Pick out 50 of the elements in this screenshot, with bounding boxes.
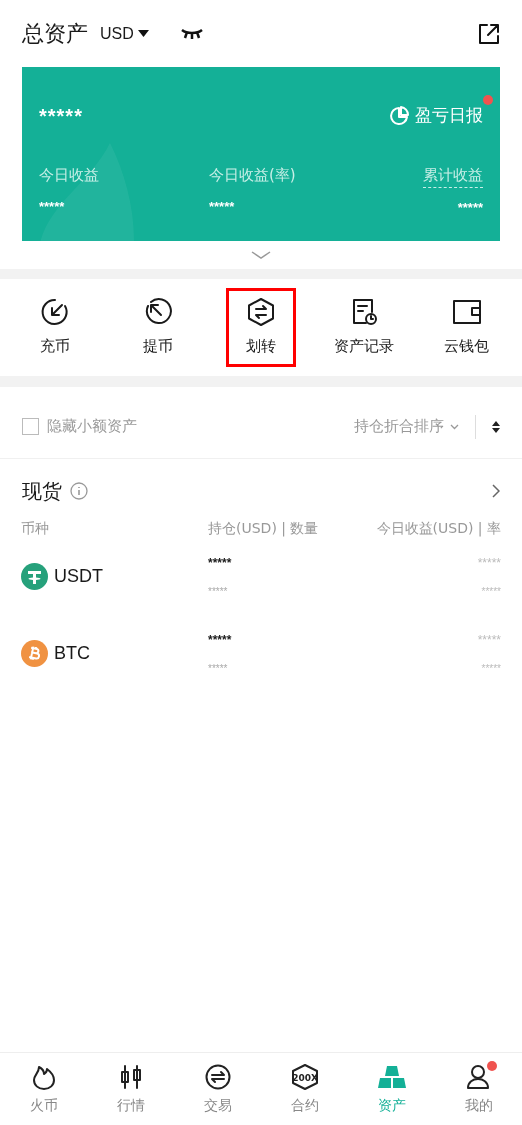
tab-bar-item[interactable]: 交易 bbox=[174, 1062, 261, 1116]
share-icon[interactable] bbox=[478, 22, 500, 45]
info-icon[interactable] bbox=[70, 481, 88, 500]
hide-small-checkbox[interactable]: 隐藏小额资产 bbox=[22, 415, 137, 438]
caret-icon bbox=[137, 30, 149, 37]
coin-name: BTC bbox=[54, 642, 90, 665]
stat-label[interactable]: 累计收益 bbox=[423, 164, 483, 188]
sort-dropdown[interactable]: 持仓折合排序 bbox=[354, 415, 459, 438]
stat-value: ***** bbox=[209, 197, 236, 216]
exchange-icon bbox=[203, 1062, 232, 1091]
rate-value: ***** bbox=[481, 585, 501, 599]
report-link[interactable]: 盈亏日报 bbox=[389, 103, 483, 129]
tab-bar-item[interactable]: 行情 bbox=[87, 1062, 174, 1116]
stat-label: 今日收益 bbox=[39, 165, 100, 186]
stat-value: ***** bbox=[39, 197, 66, 216]
stat-value: ***** bbox=[457, 198, 483, 217]
action-button[interactable]: 提币 bbox=[123, 288, 194, 367]
total-balance: ***** bbox=[39, 104, 83, 129]
chevron-right-icon[interactable] bbox=[492, 483, 500, 498]
profit-value: ***** bbox=[477, 555, 501, 572]
deposit-arrow-icon bbox=[40, 297, 71, 328]
action-button[interactable]: 云钱包 bbox=[431, 288, 502, 367]
profit-value: ***** bbox=[477, 632, 501, 649]
sort-icon[interactable] bbox=[492, 420, 500, 433]
tab-bar-item[interactable]: 资产 bbox=[348, 1062, 435, 1116]
tab-bar-item[interactable]: 火币 bbox=[0, 1062, 87, 1116]
tab-bar-item[interactable]: 我的 bbox=[435, 1062, 522, 1116]
action-button[interactable]: 资产记录 bbox=[328, 288, 399, 367]
chevron-down-icon bbox=[450, 423, 459, 430]
page-title: 总资产 bbox=[22, 20, 88, 48]
section-title: 现货 bbox=[22, 477, 62, 505]
pie-chart-icon bbox=[389, 106, 409, 126]
action-button[interactable]: 划转 bbox=[226, 288, 296, 367]
column-header: 今日收益(USD) | 率 bbox=[376, 518, 501, 539]
holding-value: ***** bbox=[208, 632, 233, 649]
stat-label: 今日收益(率) bbox=[209, 165, 297, 186]
rate-value: ***** bbox=[481, 662, 501, 676]
amount-value: ***** bbox=[208, 585, 229, 599]
column-header: 币种 bbox=[21, 518, 50, 538]
closed-eye-icon[interactable] bbox=[180, 27, 203, 40]
action-button[interactable]: 充币 bbox=[20, 288, 91, 367]
coin-name: USDT bbox=[54, 565, 103, 588]
amount-value: ***** bbox=[208, 662, 229, 676]
tether-coin-icon bbox=[21, 563, 48, 590]
transfer-icon bbox=[246, 297, 276, 328]
chevron-down-icon[interactable] bbox=[251, 251, 271, 259]
holding-value: ***** bbox=[208, 555, 233, 572]
currency-selector[interactable]: USD bbox=[100, 21, 149, 46]
column-header: 持仓(USD) | 数量 bbox=[208, 518, 320, 539]
bitcoin-coin-icon bbox=[21, 640, 48, 667]
